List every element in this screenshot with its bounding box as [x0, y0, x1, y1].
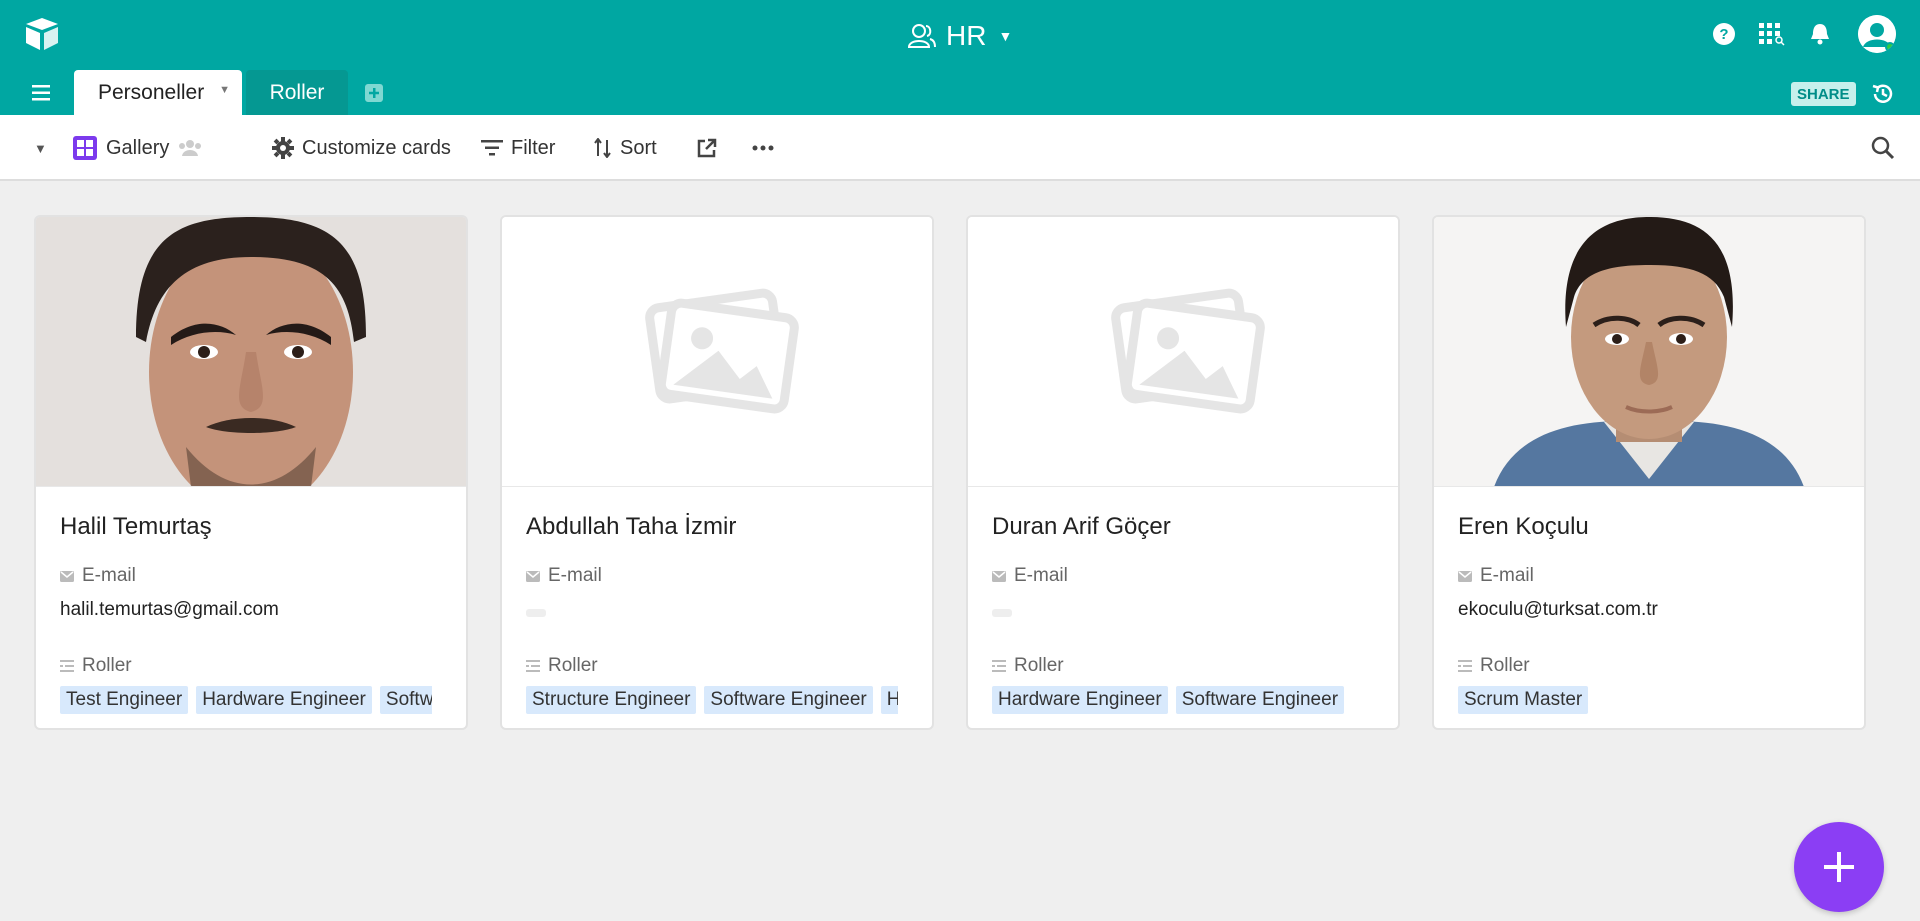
add-record-button[interactable] [1794, 822, 1884, 912]
roles-tags: Test Engineer Hardware Engineer Softw [60, 686, 432, 716]
svg-text:?: ? [1719, 26, 1728, 43]
sort-icon [594, 138, 611, 158]
envelope-icon [60, 570, 74, 582]
notifications-icon[interactable] [1806, 20, 1834, 48]
person-name: Halil Temurtaş [60, 513, 212, 540]
role-tag: Hardware Engineer [196, 686, 372, 714]
person-name: Duran Arif Göçer [992, 513, 1171, 540]
share-view-button[interactable] [696, 115, 718, 181]
customize-cards-button[interactable]: Customize cards [272, 115, 451, 181]
roles-tags: Scrum Master [1458, 686, 1830, 716]
sort-label: Sort [620, 136, 657, 159]
customize-cards-label: Customize cards [302, 136, 451, 159]
linked-records-icon [1458, 660, 1472, 672]
plus-icon [1824, 852, 1854, 882]
gallery-card[interactable]: Eren Koçulu E-mail ekoculu@turksat.com.t… [1432, 215, 1866, 730]
envelope-icon [526, 570, 540, 582]
view-name: Gallery [106, 136, 170, 159]
person-name: Abdullah Taha İzmir [526, 513, 737, 540]
apps-icon[interactable] [1758, 20, 1786, 48]
role-tag: Softw [379, 686, 432, 714]
view-toolbar: ▼ Gallery Customize cards Filter Sort [0, 115, 1920, 181]
base-name: HR [946, 20, 987, 51]
envelope-icon [992, 570, 1006, 582]
more-icon [752, 145, 774, 151]
linked-records-icon [992, 660, 1006, 672]
gallery-card[interactable]: Duran Arif Göçer E-mail Roller Hardware … [966, 215, 1400, 730]
image-placeholder [968, 217, 1398, 487]
email-field-label: E-mail [60, 565, 136, 587]
linked-records-icon [526, 660, 540, 672]
caret-down-icon: ▼ [34, 140, 47, 156]
logo-icon[interactable] [22, 14, 62, 54]
share-button[interactable]: SHARE [1791, 82, 1856, 106]
person-photo [1434, 217, 1864, 487]
view-switcher-toggle[interactable]: ▼ [34, 115, 47, 181]
collaborators-icon [179, 140, 202, 156]
role-tag: Structure Engineer [526, 686, 697, 714]
gallery-card[interactable]: Abdullah Taha İzmir E-mail Roller Struct… [500, 215, 934, 730]
roles-field-label: Roller [1458, 655, 1530, 677]
filter-label: Filter [511, 136, 556, 159]
external-link-icon [697, 138, 717, 158]
empty-value-placeholder [992, 609, 1012, 617]
menu-icon[interactable] [30, 82, 54, 104]
avatar[interactable] [1858, 15, 1896, 53]
gear-icon [272, 137, 294, 159]
image-placeholder-icon [645, 288, 799, 414]
email-field-label: E-mail [992, 565, 1068, 587]
top-bar: HR ▼ ? Personeller ▼ Roller SHARE [0, 0, 1920, 115]
role-tag: Software Engineer [1175, 686, 1345, 714]
image-placeholder-icon [1111, 288, 1265, 414]
gallery-icon [73, 136, 97, 160]
filter-icon [481, 140, 503, 156]
email-value: ekoculu@turksat.com.tr [1458, 599, 1658, 620]
history-icon[interactable] [1870, 81, 1896, 107]
roles-field-label: Roller [992, 655, 1064, 677]
role-tag: H [880, 686, 898, 714]
roles-field-label: Roller [60, 655, 132, 677]
role-tag: Hardware Engineer [992, 686, 1168, 714]
more-options-button[interactable] [752, 115, 774, 181]
roles-tags: Structure EngineerSoftware EngineerH [526, 686, 898, 716]
chevron-down-icon: ▼ [998, 28, 1013, 44]
add-table-icon[interactable] [363, 82, 385, 104]
search-icon[interactable] [1870, 135, 1896, 161]
tab-roller[interactable]: Roller [246, 70, 348, 115]
image-placeholder [502, 217, 932, 487]
base-title[interactable]: HR ▼ [908, 16, 1012, 56]
help-icon[interactable]: ? [1710, 20, 1738, 48]
role-tag: Scrum Master [1458, 686, 1589, 714]
filter-button[interactable]: Filter [481, 115, 555, 181]
tab-label: Roller [269, 80, 325, 104]
role-tag: Test Engineer [60, 686, 189, 714]
email-field-label: E-mail [1458, 565, 1534, 587]
person-name: Eren Koçulu [1458, 513, 1589, 540]
role-tag: Software Engineer [704, 686, 873, 714]
view-switcher[interactable]: Gallery [72, 115, 203, 181]
roles-field-label: Roller [526, 655, 598, 677]
email-value: halil.temurtas@gmail.com [60, 599, 279, 620]
tab-personeller[interactable]: Personeller ▼ [74, 70, 242, 115]
online-status-dot [1885, 42, 1895, 52]
base-users-icon [908, 24, 936, 48]
empty-value-placeholder [526, 609, 546, 617]
tab-label: Personeller [98, 80, 205, 104]
header-actions: ? [1690, 14, 1920, 54]
sort-button[interactable]: Sort [594, 115, 657, 181]
linked-records-icon [60, 660, 74, 672]
roles-tags: Hardware Engineer Software Engineer [992, 686, 1364, 716]
email-field-label: E-mail [526, 565, 602, 587]
person-photo [36, 217, 466, 487]
gallery-card[interactable]: Halil Temurtaş E-mail halil.temurtas@gma… [34, 215, 468, 730]
envelope-icon [1458, 570, 1472, 582]
chevron-down-icon[interactable]: ▼ [219, 84, 230, 96]
